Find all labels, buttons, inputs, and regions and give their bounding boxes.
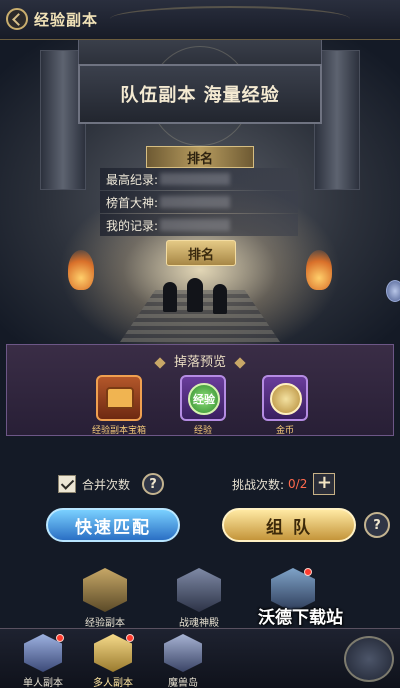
fire-brazier-right	[306, 250, 332, 290]
drop-item-label: 金币	[275, 426, 294, 436]
hero-silhouette	[187, 278, 203, 312]
mode-soul-temple[interactable]: 战魂神殿	[164, 568, 234, 629]
tab-multi-dungeon[interactable]: 多人副本	[78, 634, 148, 688]
ranking-rows: 最高纪录: 榜首大神: 我的记录:	[100, 168, 298, 237]
exp-dungeon-icon	[83, 568, 127, 612]
mode-label: 战魂神殿	[179, 618, 219, 629]
tab-label: 多人副本	[93, 678, 133, 688]
coin-shape	[270, 383, 302, 415]
ranking-button[interactable]: 排名	[166, 240, 236, 266]
gold-coin-icon	[262, 375, 308, 421]
tab-beast-island[interactable]: 魔兽岛	[148, 634, 218, 688]
tab-label: 魔兽岛	[168, 678, 198, 688]
banner-title: 队伍副本 海量经验	[120, 85, 280, 106]
notification-dot	[304, 568, 312, 576]
record-label: 最高纪录:	[106, 172, 159, 187]
exp-orb-icon: 经验	[180, 375, 226, 421]
tab-label: 单人副本	[23, 678, 63, 688]
challenge-control: 挑战次数: 0/2 +	[232, 472, 336, 496]
blurred-value	[160, 196, 231, 208]
merge-control: 合并次数 ?	[58, 472, 165, 496]
hero-silhouette	[163, 282, 177, 312]
exp-badge: 经验	[188, 383, 220, 415]
hero-silhouette	[213, 284, 227, 314]
merge-help-icon[interactable]: ?	[142, 473, 165, 495]
menu-toggle-icon[interactable]	[344, 636, 394, 682]
blurred-value	[160, 219, 231, 231]
drop-item-exp[interactable]: 经验 经验	[163, 375, 243, 436]
top-player-row: 榜首大神:	[100, 191, 298, 213]
notification-dot	[56, 634, 64, 642]
challenge-label: 挑战次数:	[232, 477, 285, 492]
mode-label: 经验副本	[85, 618, 125, 629]
side-avatar-icon[interactable]	[386, 280, 400, 302]
beast-island-icon	[164, 634, 202, 672]
team-help-icon[interactable]: ?	[364, 512, 390, 538]
merge-label: 合并次数	[82, 477, 131, 492]
mode-exp-dungeon[interactable]: 经验副本	[70, 568, 140, 629]
merge-checkbox[interactable]	[58, 475, 76, 493]
back-icon[interactable]	[6, 8, 28, 30]
chest-shape	[106, 387, 134, 409]
treasure-chest-icon	[96, 375, 142, 421]
top-player-label: 榜首大神:	[106, 195, 159, 210]
header-ornament	[110, 6, 350, 32]
drop-preview-title: 掉落预览	[7, 351, 393, 370]
record-row: 最高纪录:	[100, 168, 298, 190]
tab-solo-dungeon[interactable]: 单人副本	[8, 634, 78, 688]
notification-dot	[126, 634, 134, 642]
drop-preview-panel: 掉落预览 经验副本宝箱 经验 经验 金币	[6, 344, 394, 436]
blurred-value	[160, 173, 231, 185]
team-button[interactable]: 组 队	[222, 508, 356, 542]
top-header: 经验副本	[0, 0, 400, 40]
drop-item-gold[interactable]: 金币	[245, 375, 325, 436]
drop-item-chest[interactable]: 经验副本宝箱	[79, 375, 159, 436]
dungeon-banner: 队伍副本 海量经验	[78, 64, 322, 124]
my-record-label: 我的记录:	[106, 218, 159, 233]
drop-item-label: 经验	[193, 426, 212, 436]
quick-match-button[interactable]: 快速匹配	[46, 508, 180, 542]
page-title: 经验副本	[34, 11, 99, 29]
add-challenge-button[interactable]: +	[313, 473, 336, 495]
soul-temple-icon	[177, 568, 221, 612]
fire-brazier-left	[68, 250, 94, 290]
ranking-tag: 排名	[146, 146, 254, 168]
watermark: 沃德下载站	[258, 608, 343, 628]
challenge-count: 0/2	[288, 477, 308, 491]
my-record-row: 我的记录:	[100, 214, 298, 236]
drop-item-label: 经验副本宝箱	[91, 426, 146, 436]
